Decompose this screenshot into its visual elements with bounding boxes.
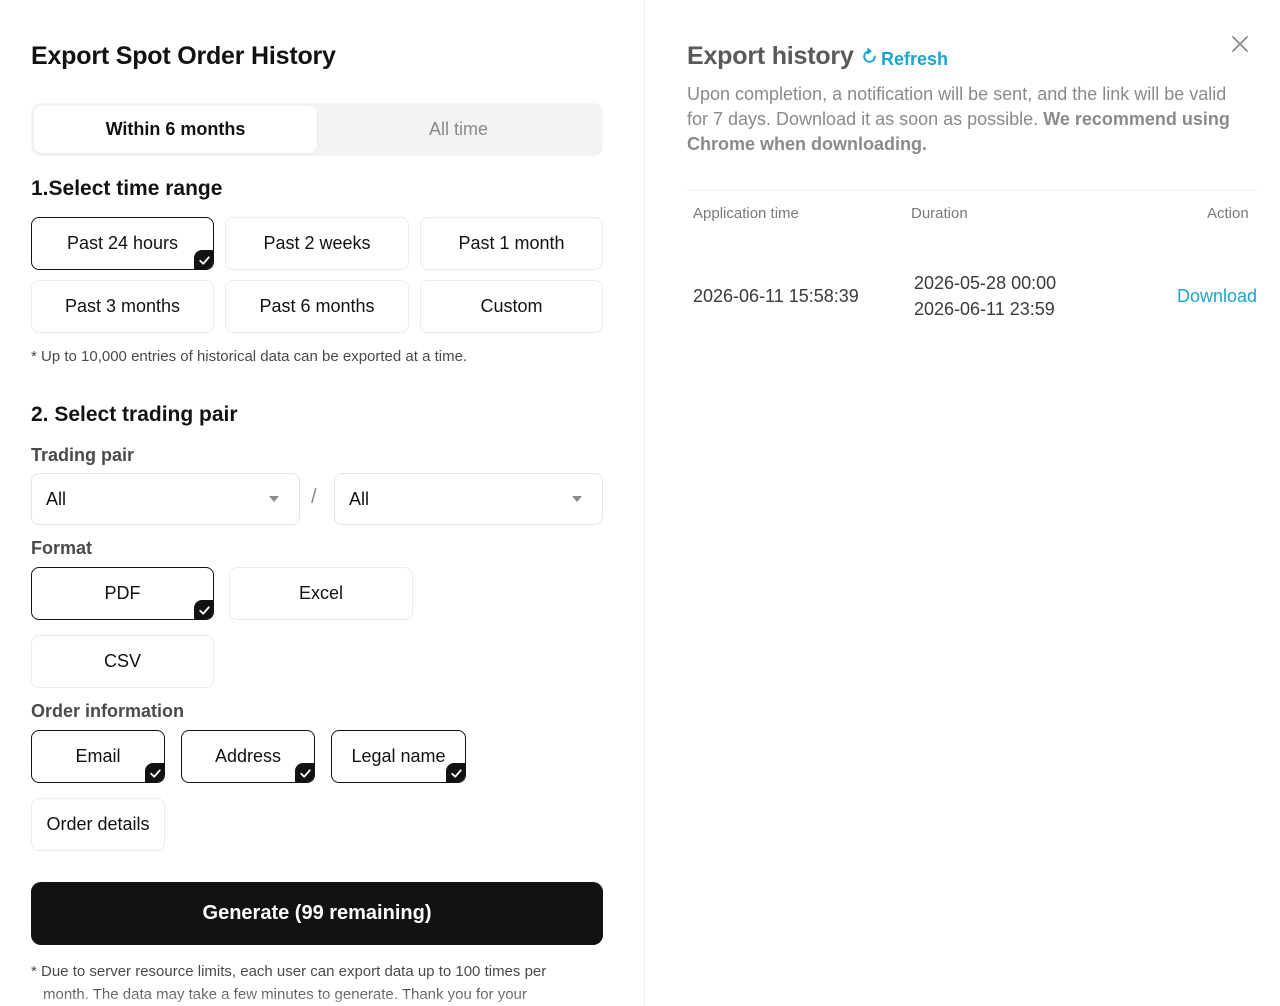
option-label: Past 3 months <box>64 296 181 316</box>
export-limit-note: * Up to 10,000 entries of historical dat… <box>31 348 468 365</box>
footer-note-line-2: month. The data may take a few minutes t… <box>43 986 527 1003</box>
caret-down-icon <box>269 496 279 502</box>
time-option-custom[interactable]: Custom <box>420 280 603 333</box>
order-info-email[interactable]: Email <box>31 730 165 783</box>
refresh-icon <box>861 48 878 70</box>
caret-down-icon <box>572 496 582 502</box>
trading-pair-title: 2. Select trading pair <box>31 403 238 426</box>
check-icon <box>295 763 314 782</box>
dialog-title: Export Spot Order History <box>31 42 336 70</box>
check-icon <box>194 250 213 269</box>
export-form-panel: Export Spot Order History Within 6 month… <box>0 0 644 1006</box>
select-value: All <box>46 488 67 509</box>
order-information-label: Order information <box>31 701 185 721</box>
trading-pair-label: Trading pair <box>31 445 135 465</box>
base-currency-select[interactable]: All <box>31 473 300 525</box>
download-link[interactable]: Download <box>1177 286 1257 307</box>
order-info-address[interactable]: Address <box>181 730 315 783</box>
quote-currency-select[interactable]: All <box>334 473 603 525</box>
column-application-time: Application time <box>693 205 799 222</box>
time-option-past-3-months[interactable]: Past 3 months <box>31 280 214 333</box>
time-range-title: 1.Select time range <box>31 177 223 200</box>
history-description: Upon completion, a notification will be … <box>687 82 1247 157</box>
option-label: Excel <box>298 583 343 603</box>
option-label: Order details <box>46 814 150 834</box>
option-label: Legal name <box>351 746 446 766</box>
check-icon <box>145 763 164 782</box>
history-title: Export history <box>687 42 854 70</box>
period-tabs: Within 6 months All time <box>31 103 603 156</box>
footer-note-line-1: * Due to server resource limits, each us… <box>31 963 547 980</box>
time-option-past-6-months[interactable]: Past 6 months <box>225 280 409 333</box>
check-icon <box>194 600 213 619</box>
format-option-pdf[interactable]: PDF <box>31 567 214 620</box>
generate-button[interactable]: Generate (99 remaining) <box>31 882 603 945</box>
option-label: Past 24 hours <box>66 233 179 253</box>
close-icon[interactable] <box>1230 34 1250 54</box>
option-label: Custom <box>480 296 543 316</box>
format-option-csv[interactable]: CSV <box>31 635 214 688</box>
option-label: Past 1 month <box>458 233 565 253</box>
option-label: CSV <box>103 651 141 671</box>
select-value: All <box>349 488 370 509</box>
duration-end-cell: 2026-06-11 23:59 <box>914 299 1055 319</box>
option-label: Address <box>214 746 282 766</box>
check-icon <box>446 763 465 782</box>
tab-within-6-months[interactable]: Within 6 months <box>34 106 317 153</box>
tab-all-time[interactable]: All time <box>317 106 600 153</box>
order-info-order-details[interactable]: Order details <box>31 798 165 851</box>
option-label: Email <box>75 746 121 766</box>
format-label: Format <box>31 538 93 558</box>
export-history-panel: Export history Refresh Upon completion, … <box>645 0 1280 1006</box>
option-label: Past 2 weeks <box>263 233 371 253</box>
column-duration: Duration <box>911 205 968 222</box>
order-info-legal-name[interactable]: Legal name <box>331 730 466 783</box>
refresh-button[interactable]: Refresh <box>861 48 948 70</box>
option-label: PDF <box>104 583 141 603</box>
table-divider <box>687 190 1257 191</box>
time-option-past-2-weeks[interactable]: Past 2 weeks <box>225 217 409 270</box>
refresh-label: Refresh <box>881 48 949 69</box>
column-action: Action <box>1207 205 1249 222</box>
option-label: Past 6 months <box>259 296 375 316</box>
format-option-excel[interactable]: Excel <box>229 567 413 620</box>
pair-separator: / <box>311 486 317 508</box>
duration-start-cell: 2026-05-28 00:00 <box>914 273 1057 293</box>
time-option-past-1-month[interactable]: Past 1 month <box>420 217 603 270</box>
application-time-cell: 2026-06-11 15:58:39 <box>693 286 859 306</box>
time-option-past-24-hours[interactable]: Past 24 hours <box>31 217 214 270</box>
